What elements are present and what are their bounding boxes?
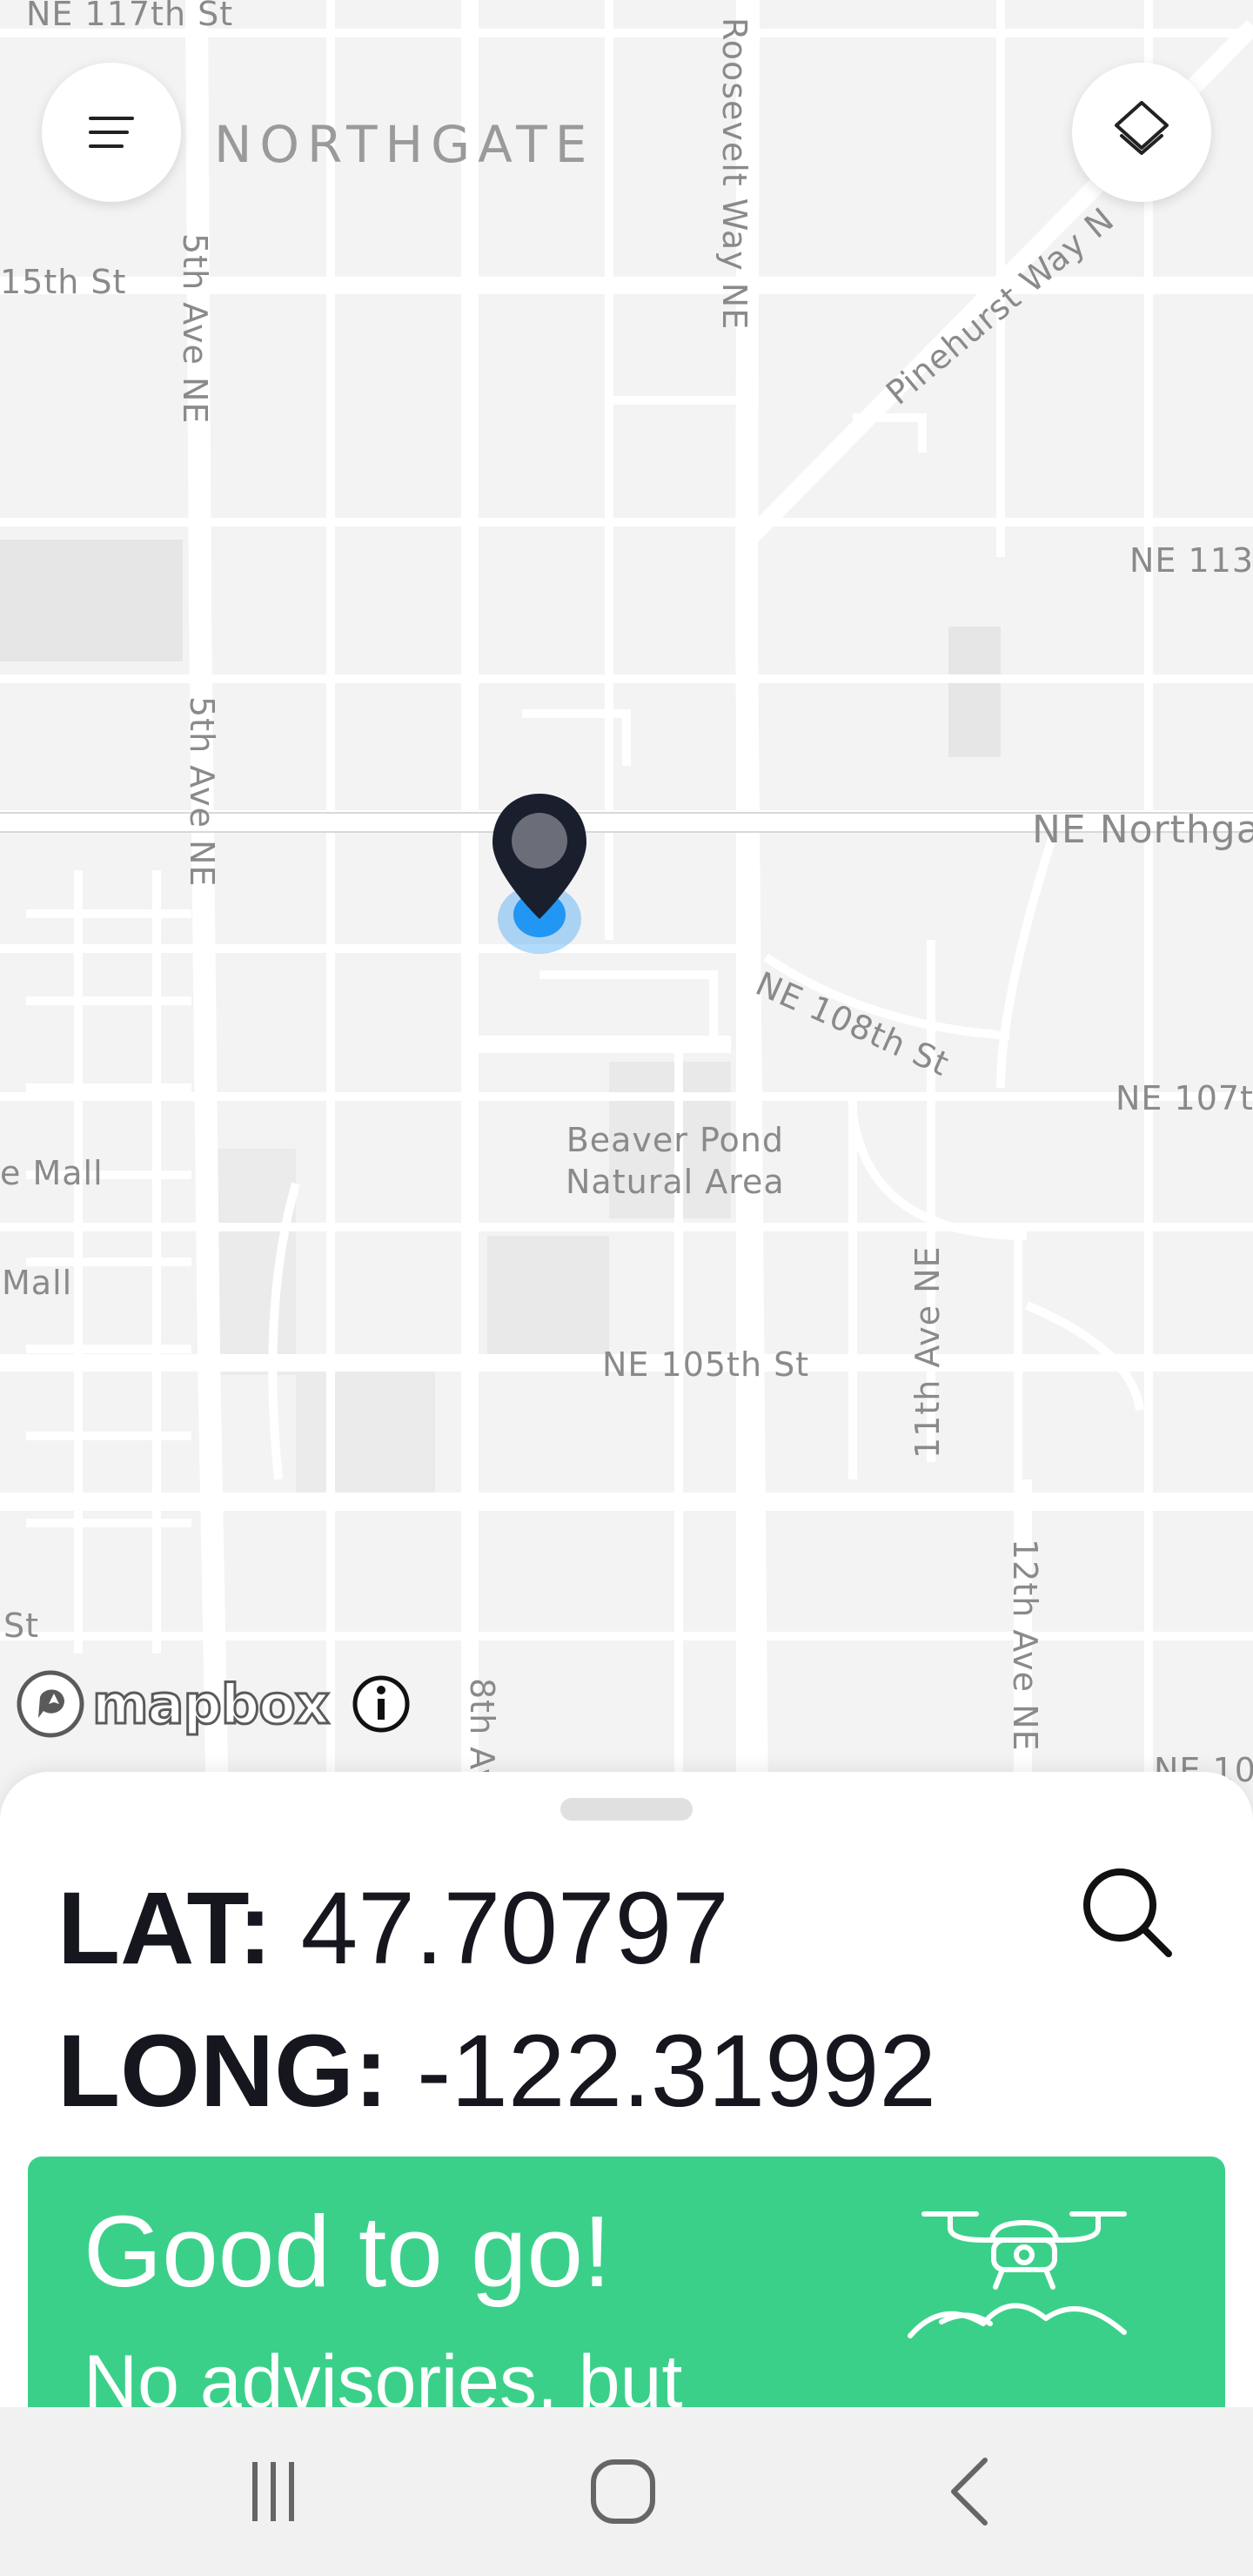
home-icon (591, 2459, 655, 2524)
street-label: e Mall (0, 1154, 104, 1192)
street-label: NE 105th St (602, 1345, 810, 1384)
back-icon (951, 2458, 988, 2526)
status-subtitle: No advisories, but (84, 2340, 683, 2407)
map-attribution: mapbox (14, 1667, 412, 1741)
map-view[interactable]: NE 117th St NORTHGATE 15th St 5th Ave NE… (0, 0, 1253, 1810)
recents-button[interactable] (221, 2444, 325, 2539)
street-label: St (3, 1607, 40, 1645)
layers-icon (1115, 101, 1169, 155)
drone-icon (908, 2211, 1127, 2338)
latitude-label: LAT: (57, 1871, 272, 1986)
longitude-row: LONG: -122.31992 (57, 2012, 936, 2130)
menu-icon (89, 117, 134, 148)
street-label: Mall (2, 1264, 73, 1302)
street-label: Roosevelt Way NE (715, 17, 754, 331)
home-button[interactable] (571, 2444, 675, 2539)
street-label: NE 113 (1129, 541, 1253, 580)
bottom-sheet: LAT: 47.70797 LONG: -122.31992 Good to g… (0, 1772, 1253, 2407)
search-button[interactable] (1070, 1855, 1183, 1969)
system-navigation-bar (0, 2407, 1253, 2576)
latitude-value: 47.70797 (300, 1871, 729, 1986)
mapbox-wordmark: mapbox (91, 1671, 332, 1737)
street-label: NE 117th St (26, 0, 234, 33)
street-label: 5th Ave NE (176, 233, 214, 425)
mapbox-icon (17, 1670, 84, 1738)
menu-button[interactable] (42, 63, 181, 202)
street-label: 11th Ave NE (908, 1245, 947, 1459)
park-label: Beaver Pond Natural Area (566, 1119, 785, 1203)
flight-status-card[interactable]: Good to go! No advisories, but (28, 2157, 1225, 2407)
layers-button[interactable] (1072, 63, 1211, 202)
street-label: 5th Ave NE (183, 696, 221, 888)
street-label: 12th Ave NE (1006, 1539, 1044, 1752)
mapbox-logo[interactable]: mapbox (14, 1667, 332, 1741)
info-icon[interactable] (350, 1673, 412, 1735)
street-label: NE 107th (1116, 1079, 1253, 1117)
longitude-value: -122.31992 (416, 2014, 937, 2129)
latitude-row: LAT: 47.70797 (57, 1869, 729, 1988)
location-pin-icon[interactable] (487, 788, 592, 963)
sheet-drag-handle[interactable] (560, 1798, 693, 1821)
park-label-line: Natural Area (566, 1163, 785, 1201)
longitude-label: LONG: (57, 2014, 389, 2129)
back-button[interactable] (917, 2444, 1022, 2539)
park-label-line: Beaver Pond (566, 1121, 785, 1159)
street-label: 15th St (0, 263, 127, 301)
street-label: NE Northga (1032, 808, 1253, 852)
recents-icon (252, 2462, 294, 2521)
neighborhood-label: NORTHGATE (214, 115, 595, 174)
search-icon (1083, 1868, 1172, 1957)
status-title: Good to go! (84, 2195, 612, 2308)
